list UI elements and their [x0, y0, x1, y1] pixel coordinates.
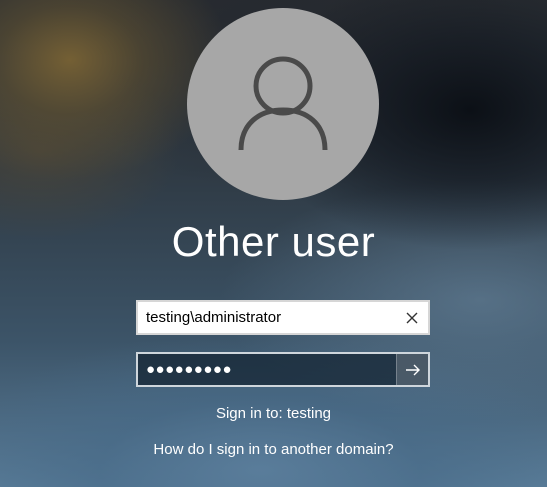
username-field[interactable]: testing\administrator — [136, 300, 430, 335]
account-title: Other user — [171, 218, 376, 265]
user-icon — [238, 56, 328, 151]
password-field[interactable]: ●●●●●●●●● — [136, 352, 430, 387]
password-masked-value[interactable]: ●●●●●●●●● — [146, 354, 232, 385]
close-icon[interactable] — [406, 312, 418, 324]
clear-button[interactable] — [398, 303, 426, 332]
sign-in-domain-label: Sign in to: testing — [215, 405, 332, 422]
user-avatar — [187, 8, 379, 200]
arrow-right-icon[interactable] — [405, 363, 421, 377]
other-domain-help-link[interactable]: How do I sign in to another domain? — [153, 441, 393, 458]
username-value[interactable]: testing\administrator — [146, 302, 281, 333]
submit-button[interactable] — [396, 354, 428, 385]
